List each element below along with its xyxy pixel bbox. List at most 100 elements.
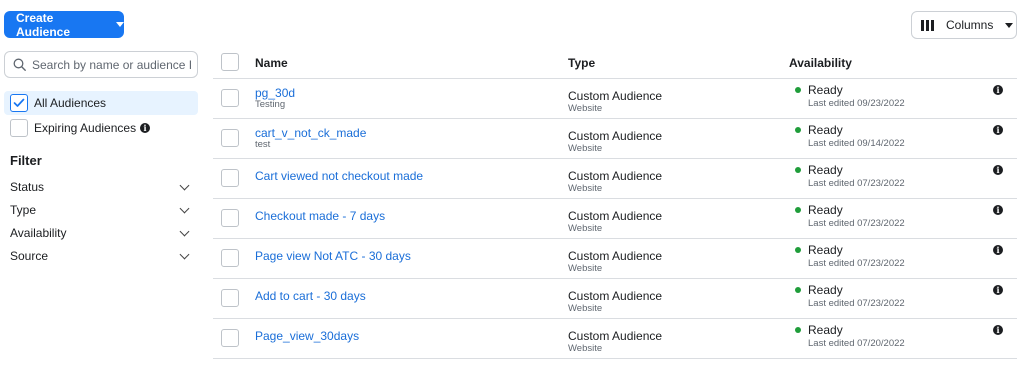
last-edited: Last edited 09/23/2022	[808, 98, 905, 109]
audience-name-link[interactable]: pg_30d	[255, 86, 295, 100]
audience-source: Website	[568, 103, 603, 114]
audience-type: Custom Audience	[568, 249, 663, 263]
search-input[interactable]	[32, 57, 192, 72]
availability-status: Ready	[808, 163, 843, 177]
filter-type-label: Type	[10, 203, 37, 217]
select-all-checkbox[interactable]	[221, 53, 239, 71]
availability-status: Ready	[808, 203, 843, 217]
chevron-down-icon	[179, 180, 190, 190]
table-row[interactable]: Page view Not ATC - 30 days Custom Audie…	[213, 239, 1017, 279]
row-checkbox[interactable]	[221, 89, 239, 107]
availability-status: Ready	[808, 243, 843, 257]
chevron-down-icon	[179, 203, 190, 213]
name-column-header[interactable]: Name	[255, 56, 288, 70]
last-edited: Last edited 07/20/2022	[808, 338, 905, 349]
create-audience-label: Create Audience	[16, 10, 71, 39]
filter-type[interactable]: Type	[10, 200, 190, 220]
audience-source: Website	[568, 303, 603, 314]
audience-source: Website	[568, 183, 603, 194]
table-row[interactable]: Cart viewed not checkout made Custom Aud…	[213, 159, 1017, 199]
info-icon[interactable]: i	[993, 165, 1003, 175]
table-row[interactable]: Page_view_30days Custom Audience Website…	[213, 319, 1017, 359]
checkmark-icon	[13, 98, 25, 107]
info-icon[interactable]: i	[993, 325, 1003, 335]
filter-source[interactable]: Source	[10, 246, 190, 266]
filter-availability-label: Availability	[10, 226, 67, 240]
audience-description: Testing	[255, 99, 286, 110]
audience-name-link[interactable]: cart_v_not_ck_made	[255, 126, 366, 140]
filter-expiring-audiences[interactable]: Expiring Audiences i	[4, 116, 198, 140]
columns-icon	[921, 19, 934, 31]
info-icon[interactable]: i	[993, 285, 1003, 295]
caret-down-icon	[1005, 22, 1014, 28]
type-column-header[interactable]: Type	[568, 56, 595, 70]
audience-type: Custom Audience	[568, 89, 663, 103]
filter-source-label: Source	[10, 249, 49, 263]
audience-name-link[interactable]: Cart viewed not checkout made	[255, 169, 423, 183]
audience-type: Custom Audience	[568, 129, 663, 143]
audience-type: Custom Audience	[568, 209, 663, 223]
filter-status[interactable]: Status	[10, 177, 190, 197]
status-dot	[795, 287, 801, 293]
audience-description: test	[255, 139, 271, 150]
audience-source: Website	[568, 143, 603, 154]
filter-availability[interactable]: Availability	[10, 223, 190, 243]
table-row[interactable]: Checkout made - 7 days Custom Audience W…	[213, 199, 1017, 239]
search-icon	[13, 58, 26, 71]
table-row[interactable]: pg_30d Testing Custom Audience Website R…	[213, 79, 1017, 119]
audience-name-link[interactable]: Checkout made - 7 days	[255, 209, 385, 223]
chevron-down-icon	[179, 249, 190, 259]
status-dot	[795, 127, 801, 133]
info-icon[interactable]: i	[993, 205, 1003, 215]
table-header: Name Type Availability	[213, 44, 1017, 79]
filter-all-audiences[interactable]: All Audiences	[4, 91, 198, 115]
availability-status: Ready	[808, 123, 843, 137]
caret-down-icon	[116, 22, 124, 27]
last-edited: Last edited 07/23/2022	[808, 298, 905, 309]
status-dot	[795, 247, 801, 253]
table-row[interactable]: Add to cart - 30 days Custom Audience We…	[213, 279, 1017, 319]
all-audiences-checkbox[interactable]	[10, 94, 28, 112]
availability-status: Ready	[808, 83, 843, 97]
create-audience-button[interactable]: Create Audience	[4, 10, 124, 39]
audience-search[interactable]	[4, 51, 198, 78]
info-icon[interactable]: i	[993, 85, 1003, 95]
audience-type: Custom Audience	[568, 329, 663, 343]
status-dot	[795, 207, 801, 213]
filter-status-label: Status	[10, 180, 45, 194]
info-icon[interactable]: i	[993, 245, 1003, 255]
row-checkbox[interactable]	[221, 169, 239, 187]
status-dot	[795, 167, 801, 173]
columns-label: Columns	[946, 18, 994, 32]
audience-table: Name Type Availability pg_30d Testing Cu…	[213, 44, 1017, 359]
row-checkbox[interactable]	[221, 249, 239, 267]
row-checkbox[interactable]	[221, 209, 239, 227]
last-edited: Last edited 07/23/2022	[808, 218, 905, 229]
row-checkbox[interactable]	[221, 289, 239, 307]
availability-status: Ready	[808, 323, 843, 337]
chevron-down-icon	[179, 226, 190, 236]
audience-type: Custom Audience	[568, 289, 663, 303]
info-icon[interactable]: i	[993, 125, 1003, 135]
expiring-audiences-checkbox[interactable]	[10, 119, 28, 137]
availability-status: Ready	[808, 283, 843, 297]
info-icon[interactable]: i	[140, 123, 151, 133]
audience-source: Website	[568, 263, 603, 274]
audience-source: Website	[568, 343, 603, 354]
row-checkbox[interactable]	[221, 329, 239, 347]
columns-button[interactable]: Columns	[911, 11, 1017, 39]
audience-source: Website	[568, 223, 603, 234]
filter-heading: Filter	[10, 153, 42, 168]
status-dot	[795, 327, 801, 333]
audience-name-link[interactable]: Page_view_30days	[255, 329, 359, 343]
availability-column-header[interactable]: Availability	[789, 56, 852, 70]
audience-name-link[interactable]: Add to cart - 30 days	[255, 289, 366, 303]
last-edited: Last edited 09/14/2022	[808, 138, 905, 149]
row-checkbox[interactable]	[221, 129, 239, 147]
audience-type: Custom Audience	[568, 169, 663, 183]
audience-name-link[interactable]: Page view Not ATC - 30 days	[255, 249, 411, 263]
expiring-audiences-label: Expiring Audiences	[34, 121, 137, 135]
table-row[interactable]: cart_v_not_ck_made test Custom Audience …	[213, 119, 1017, 159]
last-edited: Last edited 07/23/2022	[808, 178, 905, 189]
last-edited: Last edited 07/23/2022	[808, 258, 905, 269]
